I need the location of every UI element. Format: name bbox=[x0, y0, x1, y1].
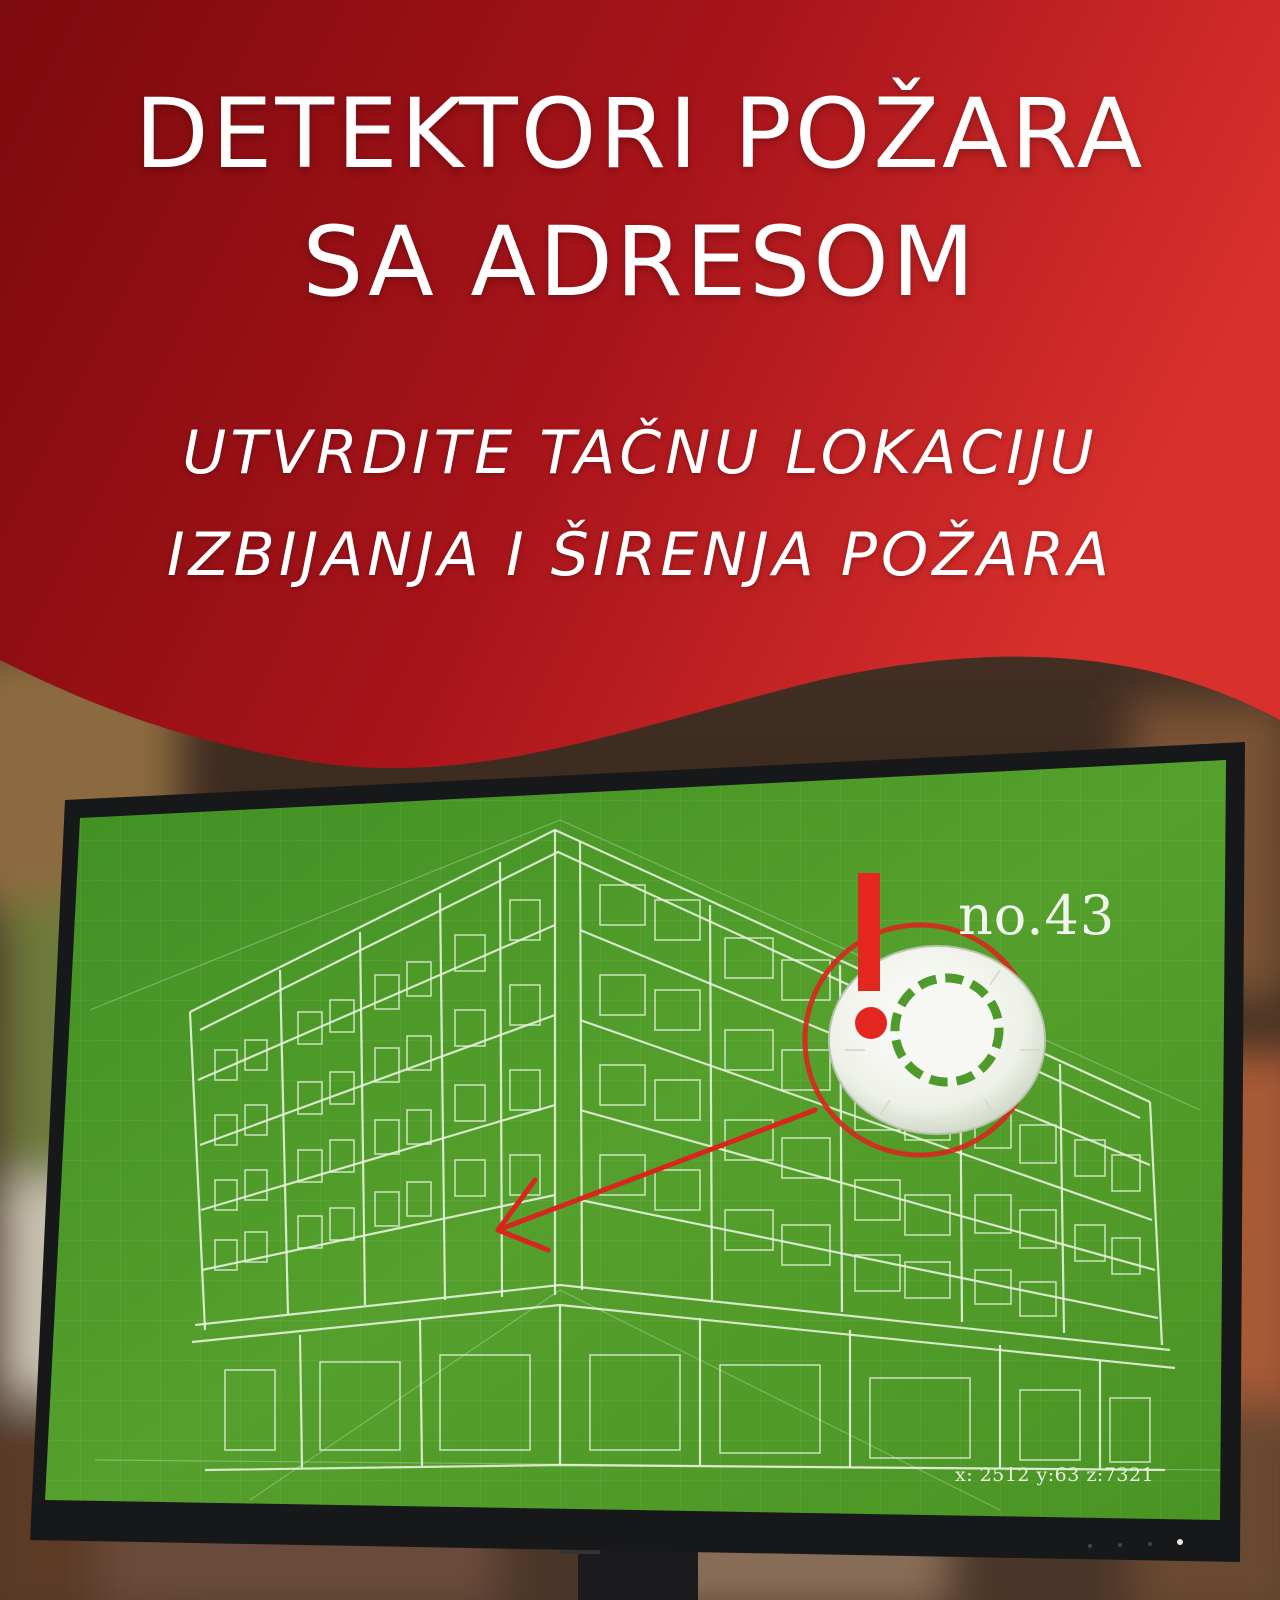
subheadline-line-1: UTVRDITE TAČNU LOKACIJU bbox=[182, 418, 1098, 488]
subheadline-line-2: IZBIJANJA I ŠIRENJA POŽARA bbox=[166, 520, 1114, 590]
detector-number-label: no.43 bbox=[958, 884, 1116, 947]
poster: no.43 x: 2512 y:63 z:7321 DETEKTORI POŽA… bbox=[0, 0, 1280, 1600]
coordinates-readout: x: 2512 y:63 z:7321 bbox=[955, 1464, 1155, 1486]
headline-line-1: DETEKTORI POŽARA bbox=[134, 78, 1146, 190]
headline-line-2: SA ADRESOM bbox=[302, 206, 978, 318]
